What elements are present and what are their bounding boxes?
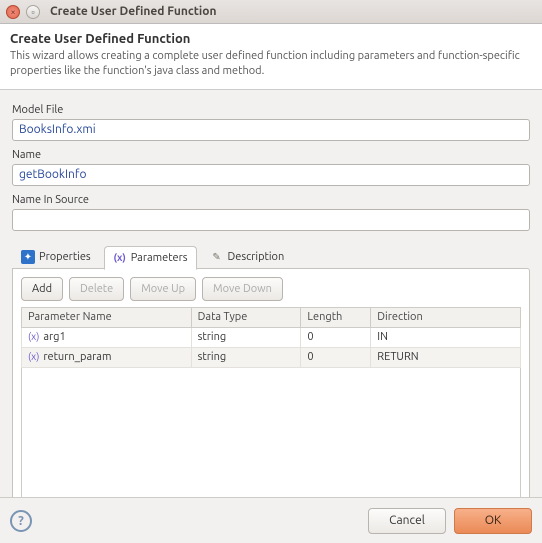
cell-length: 0 — [301, 347, 371, 367]
cell-name: arg1 — [43, 331, 65, 343]
cell-type: string — [191, 347, 301, 367]
parameters-icon: (x) — [113, 251, 127, 265]
tab-parameters[interactable]: (x) Parameters — [104, 246, 197, 270]
parameter-icon: (x) — [28, 351, 39, 362]
name-in-source-input[interactable] — [12, 209, 530, 231]
tab-description[interactable]: ✎ Description — [201, 245, 294, 269]
help-icon[interactable]: ? — [10, 510, 32, 532]
ok-button[interactable]: OK — [454, 508, 532, 534]
cancel-button[interactable]: Cancel — [368, 508, 446, 534]
move-up-button: Move Up — [130, 277, 196, 301]
add-button[interactable]: Add — [21, 277, 63, 301]
table-empty-area — [21, 368, 521, 504]
model-file-label: Model File — [12, 104, 530, 116]
cell-direction: IN — [371, 327, 521, 347]
cell-name: return_param — [43, 351, 111, 363]
properties-icon: ✦ — [21, 250, 35, 264]
model-file-input[interactable] — [12, 119, 530, 141]
description-icon: ✎ — [210, 250, 224, 264]
window-title: Create User Defined Function — [50, 5, 217, 18]
col-direction[interactable]: Direction — [371, 307, 521, 327]
col-length[interactable]: Length — [301, 307, 371, 327]
move-down-button: Move Down — [202, 277, 283, 301]
wizard-header: Create User Defined Function This wizard… — [0, 24, 542, 90]
tab-properties-label: Properties — [39, 251, 91, 263]
tab-description-label: Description — [228, 251, 285, 263]
parameter-icon: (x) — [28, 331, 39, 342]
name-input[interactable] — [12, 164, 530, 186]
header-title: Create User Defined Function — [10, 32, 532, 46]
cell-type: string — [191, 327, 301, 347]
minimize-icon[interactable]: ▫ — [26, 5, 40, 19]
dialog-footer: ? Cancel OK — [0, 497, 542, 543]
name-in-source-label: Name In Source — [12, 194, 530, 206]
wizard-body: Model File Name Name In Source ✦ Propert… — [0, 90, 542, 517]
col-data-type[interactable]: Data Type — [191, 307, 301, 327]
titlebar: × ▫ Create User Defined Function — [0, 0, 542, 24]
table-row[interactable]: (x) arg1 string 0 IN — [22, 327, 521, 347]
tab-properties[interactable]: ✦ Properties — [12, 245, 100, 269]
tab-parameters-label: Parameters — [131, 252, 188, 264]
parameter-button-row: Add Delete Move Up Move Down — [21, 277, 521, 301]
parameters-table[interactable]: Parameter Name Data Type Length Directio… — [21, 307, 521, 368]
cell-direction: RETURN — [371, 347, 521, 367]
delete-button: Delete — [69, 277, 124, 301]
table-row[interactable]: (x) return_param string 0 RETURN — [22, 347, 521, 367]
tab-content-parameters: Add Delete Move Up Move Down Parameter N… — [12, 268, 530, 513]
tab-bar: ✦ Properties (x) Parameters ✎ Descriptio… — [12, 245, 530, 269]
col-parameter-name[interactable]: Parameter Name — [22, 307, 192, 327]
header-description: This wizard allows creating a complete u… — [10, 49, 532, 79]
close-icon[interactable]: × — [6, 5, 20, 19]
name-label: Name — [12, 149, 530, 161]
cell-length: 0 — [301, 327, 371, 347]
